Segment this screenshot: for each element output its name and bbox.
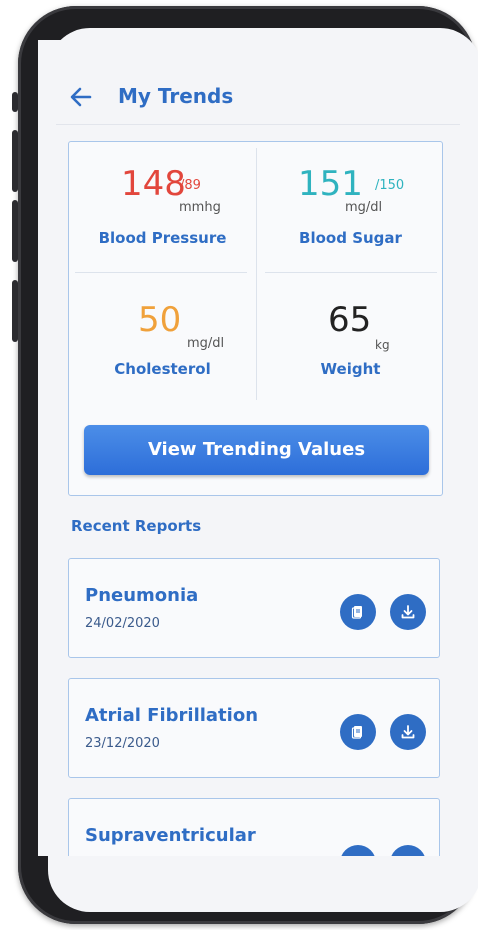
view-report-button[interactable] (340, 714, 376, 750)
download-report-button[interactable] (390, 714, 426, 750)
arrow-left-icon[interactable] (68, 84, 94, 110)
page-title: My Trends (118, 84, 234, 108)
document-icon (351, 726, 362, 739)
grid-divider (75, 272, 247, 273)
grid-divider (265, 272, 437, 273)
blood-pressure-diastolic: /89 (180, 178, 201, 193)
download-report-button[interactable] (390, 845, 426, 856)
phone-side-button (12, 92, 18, 112)
report-name: Pneumonia (85, 585, 199, 606)
blood-sugar-reference: /150 (375, 178, 405, 193)
document-icon (351, 606, 362, 619)
blood-sugar-value: 151 (298, 164, 363, 204)
phone-side-button (12, 280, 18, 342)
phone-side-button (12, 200, 18, 262)
download-icon (401, 605, 415, 619)
report-date: 23/12/2020 (85, 736, 160, 751)
view-trending-values-button[interactable]: View Trending Values (84, 425, 429, 475)
metric-blood-pressure[interactable]: 148 /89 mmhg Blood Pressure (69, 142, 256, 272)
report-name: Supraventricular (85, 825, 256, 846)
weight-value: 65 (328, 300, 372, 340)
app-screen: My Trends 148 /89 mmhg Blood Pressure 15… (38, 40, 462, 856)
download-icon (401, 725, 415, 739)
report-name: Atrial Fibrillation (85, 705, 259, 726)
report-card[interactable]: Atrial Fibrillation 23/12/2020 (68, 678, 440, 778)
phone-side-button (12, 130, 18, 192)
report-date: 24/02/2020 (85, 616, 160, 631)
weight-unit: kg (375, 338, 390, 352)
cholesterol-unit: mg/dl (187, 336, 225, 351)
blood-pressure-value: 148 (121, 164, 186, 204)
cholesterol-label: Cholesterol (114, 360, 211, 378)
metric-weight[interactable]: 65 kg Weight (257, 274, 444, 404)
blood-pressure-unit: mmhg (179, 200, 221, 215)
weight-label: Weight (320, 360, 381, 378)
metric-cholesterol[interactable]: 50 mg/dl Cholesterol (69, 274, 256, 404)
view-report-button[interactable] (340, 845, 376, 856)
blood-sugar-unit: mg/dl (345, 200, 383, 215)
metric-blood-sugar[interactable]: 151 /150 mg/dl Blood Sugar (257, 142, 444, 272)
cholesterol-value: 50 (138, 300, 182, 340)
view-report-button[interactable] (340, 594, 376, 630)
blood-sugar-label: Blood Sugar (299, 229, 402, 247)
report-card[interactable]: Pneumonia 24/02/2020 (68, 558, 440, 658)
recent-reports-heading: Recent Reports (71, 517, 202, 535)
report-card[interactable]: Supraventricular (68, 798, 440, 856)
blood-pressure-label: Blood Pressure (98, 229, 227, 247)
header-divider (56, 124, 460, 125)
download-report-button[interactable] (390, 594, 426, 630)
trends-card: 148 /89 mmhg Blood Pressure 151 /150 mg/… (68, 141, 443, 496)
app-header: My Trends (38, 78, 462, 122)
